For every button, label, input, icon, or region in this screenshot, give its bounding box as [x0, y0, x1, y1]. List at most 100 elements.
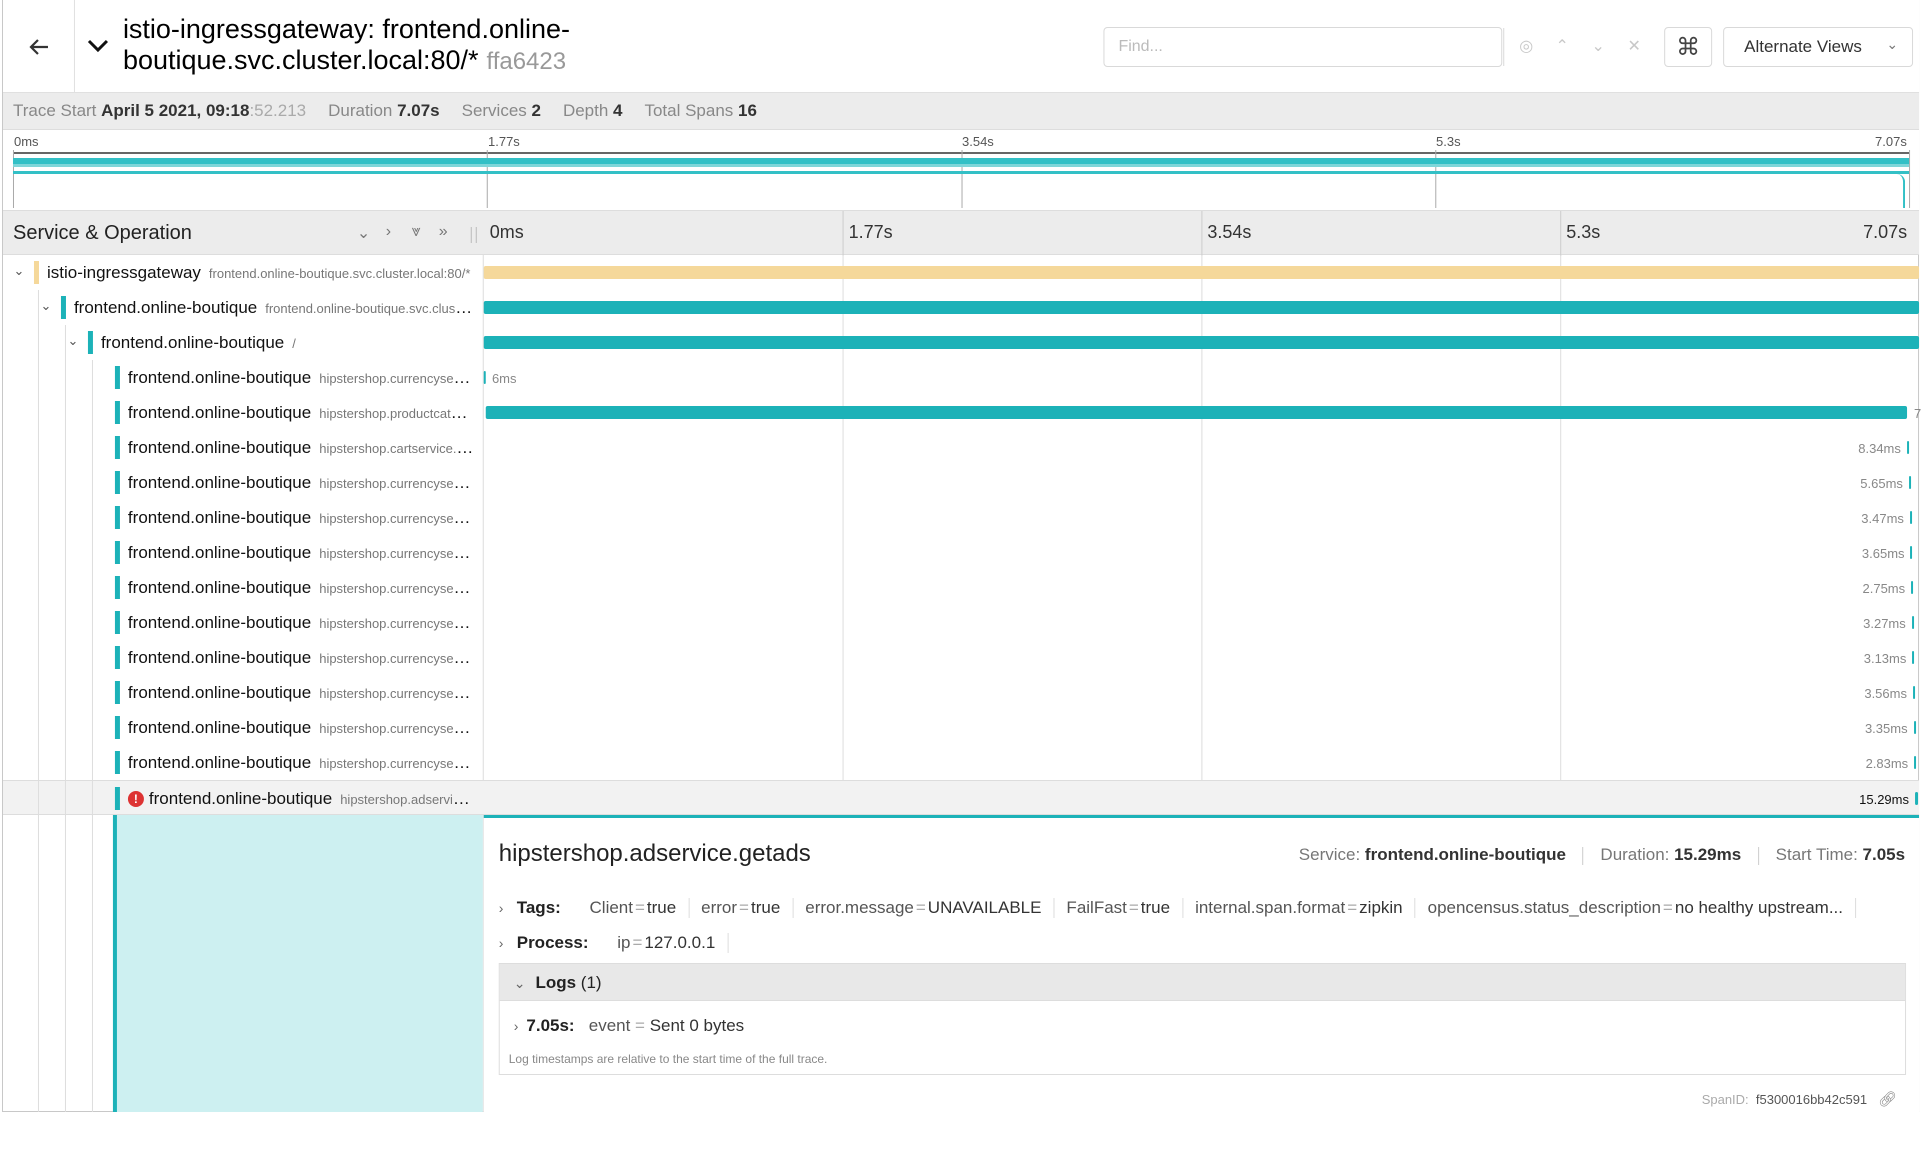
trace-header: istio-ingressgateway: frontend.online-bo…	[2, 0, 1920, 93]
span-timeline-cell[interactable]: 2.75ms	[484, 570, 1919, 605]
span-row[interactable]: frontend.online-boutique hipstershop.curr…	[3, 360, 1919, 395]
span-label-cell[interactable]: frontend.online-boutique hipstershop.curr…	[3, 535, 483, 570]
chevron-down-icon[interactable]: ⌄	[1588, 37, 1608, 57]
expand-all-icon[interactable]: »	[439, 223, 448, 241]
span-row[interactable]: frontend.online-boutique hipstershop.curr…	[3, 465, 1919, 500]
span-duration-bar[interactable]	[1908, 476, 1911, 489]
indent-guide	[37, 745, 39, 780]
span-row[interactable]: frontend.online-boutique hipstershop.curr…	[3, 500, 1919, 535]
back-button[interactable]	[3, 0, 75, 93]
span-timeline-cell[interactable]: 3.47ms	[484, 500, 1919, 535]
chevron-down-icon[interactable]	[85, 32, 111, 58]
indent-guide	[64, 535, 66, 570]
span-label-cell[interactable]: ⌄ frontend.online-boutique frontend.online…	[3, 290, 483, 325]
indent-guide	[37, 570, 39, 605]
chevron-down-icon[interactable]: ⌄	[65, 333, 81, 349]
expand-one-icon[interactable]: ›	[386, 223, 391, 241]
logs-header[interactable]: ⌄ Logs (1)	[499, 964, 1906, 1001]
collapse-one-icon[interactable]: ⌄	[357, 223, 370, 243]
span-label-cell[interactable]: frontend.online-boutique hipstershop.curr…	[3, 570, 483, 605]
span-timeline-cell[interactable]: 3.56ms	[484, 675, 1919, 710]
span-timeline-cell[interactable]	[483, 290, 1920, 325]
column-resize-handle[interactable]	[470, 227, 477, 243]
span-duration-bar[interactable]	[483, 336, 1920, 349]
collapse-all-icon[interactable]: ⩔	[412, 223, 421, 241]
span-row[interactable]: frontend.online-boutique hipstershop.curr…	[3, 535, 1919, 570]
span-row[interactable]: frontend.online-boutique hipstershop.curr…	[3, 640, 1919, 675]
span-label-cell[interactable]: frontend.online-boutique hipstershop.curr…	[3, 640, 483, 675]
span-label-cell[interactable]: frontend.online-boutique hipstershop.curr…	[3, 360, 483, 395]
span-row[interactable]: frontend.online-boutique hipstershop.curr…	[3, 605, 1919, 640]
span-label-cell[interactable]: frontend.online-boutique hipstershop.curr…	[3, 675, 483, 710]
span-row[interactable]: frontend.online-boutique hipstershop.curr…	[3, 710, 1919, 745]
keyboard-shortcuts-button[interactable]: ⌘	[1664, 27, 1713, 67]
span-label-cell[interactable]: ! frontend.online-boutique hipstershop.ads…	[3, 781, 483, 816]
span-duration-bar[interactable]	[1909, 511, 1912, 524]
chevron-down-icon[interactable]: ⌄	[11, 263, 27, 279]
span-duration-bar[interactable]	[1911, 616, 1914, 629]
span-timeline-cell[interactable]: 5.65ms	[484, 465, 1919, 500]
span-row[interactable]: ! frontend.online-boutique hipstershop.ads…	[2, 780, 1920, 816]
link-icon[interactable]: 🔗︎	[1878, 1091, 1897, 1108]
span-timeline-cell[interactable]: 7	[484, 395, 1921, 430]
span-duration-bar[interactable]	[1910, 546, 1913, 559]
span-duration-bar[interactable]	[483, 301, 1920, 314]
span-timeline-cell[interactable]: 8.34ms	[484, 430, 1919, 465]
span-label-cell[interactable]: ⌄ istio-ingressgateway frontend.online-bou…	[3, 255, 483, 290]
logs-count: (1)	[580, 973, 602, 992]
find-input[interactable]	[1104, 28, 1505, 66]
span-timeline-cell[interactable]: 15.29ms	[484, 781, 1919, 816]
span-duration-bar[interactable]	[1912, 686, 1915, 699]
process-row[interactable]: › Process: ip = 127.0.0.1	[499, 933, 1898, 953]
span-timeline-cell[interactable]: 3.35ms	[484, 710, 1919, 745]
service-color-bar	[114, 541, 120, 564]
span-duration-bar[interactable]	[485, 406, 1907, 419]
span-row[interactable]: frontend.online-boutique hipstershop.curr…	[3, 745, 1919, 780]
span-duration-bar[interactable]	[483, 266, 1920, 279]
span-row[interactable]: ⌄ frontend.online-boutique /	[3, 325, 1920, 360]
alternate-views-label: Alternate Views	[1744, 37, 1862, 56]
span-label-cell[interactable]: frontend.online-boutique hipstershop.curr…	[3, 465, 483, 500]
alternate-views-button[interactable]: Alternate Views ⌄	[1723, 27, 1914, 67]
span-duration-bar[interactable]	[483, 371, 486, 384]
tag-item: ip = 127.0.0.1	[605, 933, 729, 953]
span-timeline-cell[interactable]: 2.83ms	[484, 745, 1919, 780]
span-label-cell[interactable]: frontend.online-boutique hipstershop.curr…	[3, 500, 483, 535]
span-row[interactable]: frontend.online-boutique hipstershop.prod…	[3, 395, 1921, 430]
span-label-cell[interactable]: frontend.online-boutique hipstershop.curr…	[3, 710, 483, 745]
span-label-cell[interactable]: frontend.online-boutique hipstershop.cart…	[3, 430, 483, 465]
log-entry[interactable]: › 7.05s: event = Sent 0 bytes	[514, 1016, 744, 1036]
span-label-cell[interactable]: ⌄ frontend.online-boutique /	[3, 325, 483, 360]
tags-row[interactable]: › Tags: Client = true error = true error.messag…	[499, 898, 1898, 918]
span-timeline-cell[interactable]	[483, 255, 1920, 290]
span-row[interactable]: frontend.online-boutique hipstershop.cart…	[3, 430, 1919, 465]
span-row[interactable]: ⌄ istio-ingressgateway frontend.online-bou…	[3, 255, 1920, 290]
span-duration-bar[interactable]	[1913, 721, 1916, 734]
trace-minimap[interactable]: 0ms 1.77s 3.54s 5.3s 7.07s	[2, 130, 1920, 210]
span-label-cell[interactable]: frontend.online-boutique hipstershop.prod…	[3, 395, 483, 430]
chevron-down-icon[interactable]: ⌄	[38, 298, 54, 314]
indent-guide	[64, 675, 66, 710]
span-service-name: istio-ingressgateway frontend.online-bout…	[46, 263, 471, 282]
span-timeline-cell[interactable]	[483, 325, 1920, 360]
span-label-cell[interactable]: frontend.online-boutique hipstershop.curr…	[3, 745, 483, 780]
span-label-cell[interactable]: frontend.online-boutique hipstershop.curr…	[3, 605, 483, 640]
span-row[interactable]: frontend.online-boutique hipstershop.curr…	[3, 675, 1919, 710]
locate-icon[interactable]: ◎	[1516, 37, 1536, 57]
span-timeline-cell[interactable]: 3.65ms	[484, 535, 1919, 570]
span-duration-bar[interactable]	[1914, 792, 1919, 805]
span-duration-label: 3.56ms	[1864, 686, 1907, 701]
span-row[interactable]: frontend.online-boutique hipstershop.curr…	[3, 570, 1919, 605]
indent-guide	[64, 395, 66, 430]
span-timeline-cell[interactable]: 3.27ms	[484, 605, 1919, 640]
span-timeline-cell[interactable]: 3.13ms	[484, 640, 1919, 675]
span-duration-bar[interactable]	[1906, 441, 1909, 454]
span-duration-label: 3.47ms	[1861, 511, 1904, 526]
span-duration-bar[interactable]	[1914, 756, 1917, 769]
span-row[interactable]: ⌄ frontend.online-boutique frontend.online…	[3, 290, 1920, 325]
span-duration-bar[interactable]	[1912, 651, 1915, 664]
close-icon[interactable]: ✕	[1624, 37, 1644, 57]
chevron-up-icon[interactable]: ⌃	[1552, 37, 1572, 57]
span-duration-bar[interactable]	[1911, 581, 1914, 594]
span-timeline-cell[interactable]: 6ms	[483, 360, 1919, 395]
